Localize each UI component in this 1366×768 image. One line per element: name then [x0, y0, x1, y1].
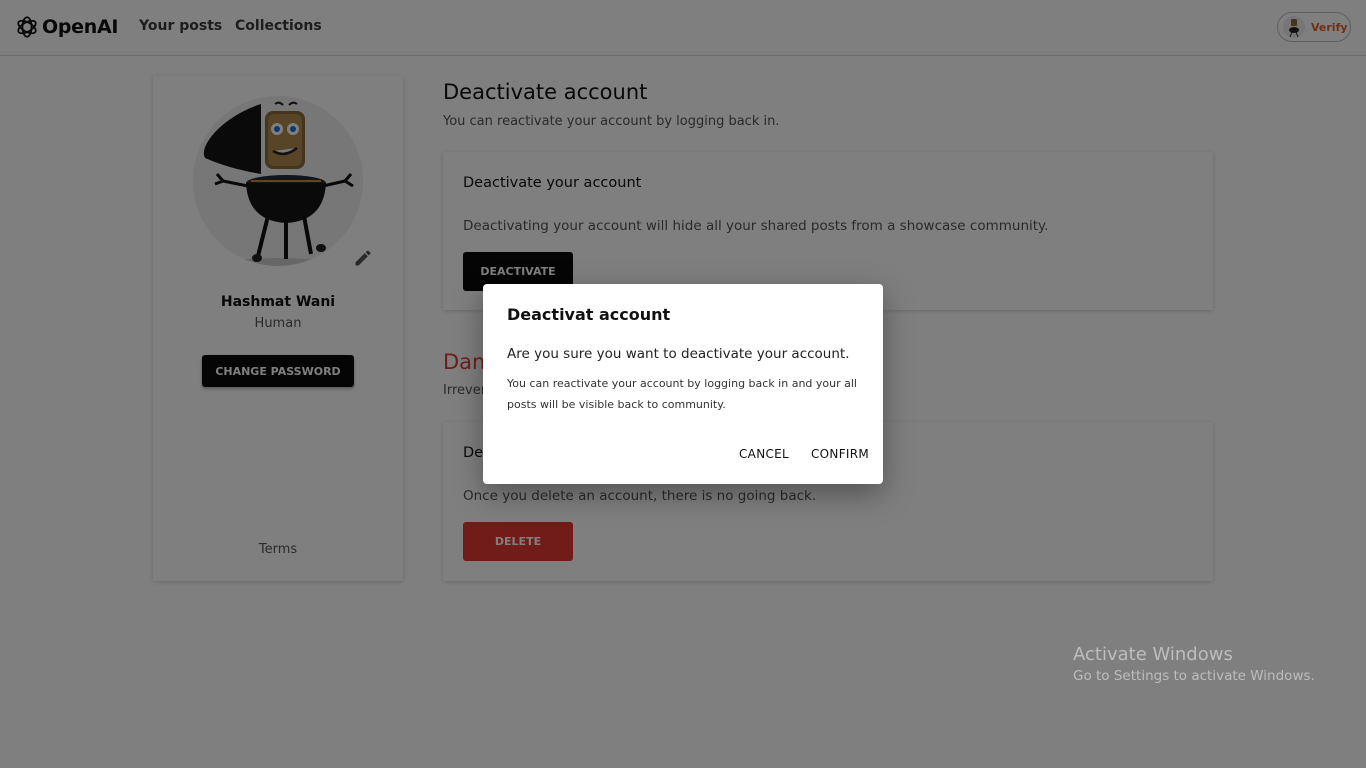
dialog-note: You can reactivate your account by loggi…: [507, 377, 857, 411]
dialog-title: Deactivat account: [507, 305, 671, 324]
confirm-button[interactable]: CONFIRM: [811, 447, 869, 461]
dialog-question: Are you sure you want to deactivate your…: [507, 346, 850, 362]
deactivate-confirm-dialog: Deactivat account Are you sure you want …: [483, 284, 883, 484]
cancel-button[interactable]: CANCEL: [739, 447, 789, 461]
windows-activation-subtitle: Go to Settings to activate Windows.: [1073, 668, 1315, 684]
windows-activation-title: Activate Windows: [1073, 644, 1233, 665]
